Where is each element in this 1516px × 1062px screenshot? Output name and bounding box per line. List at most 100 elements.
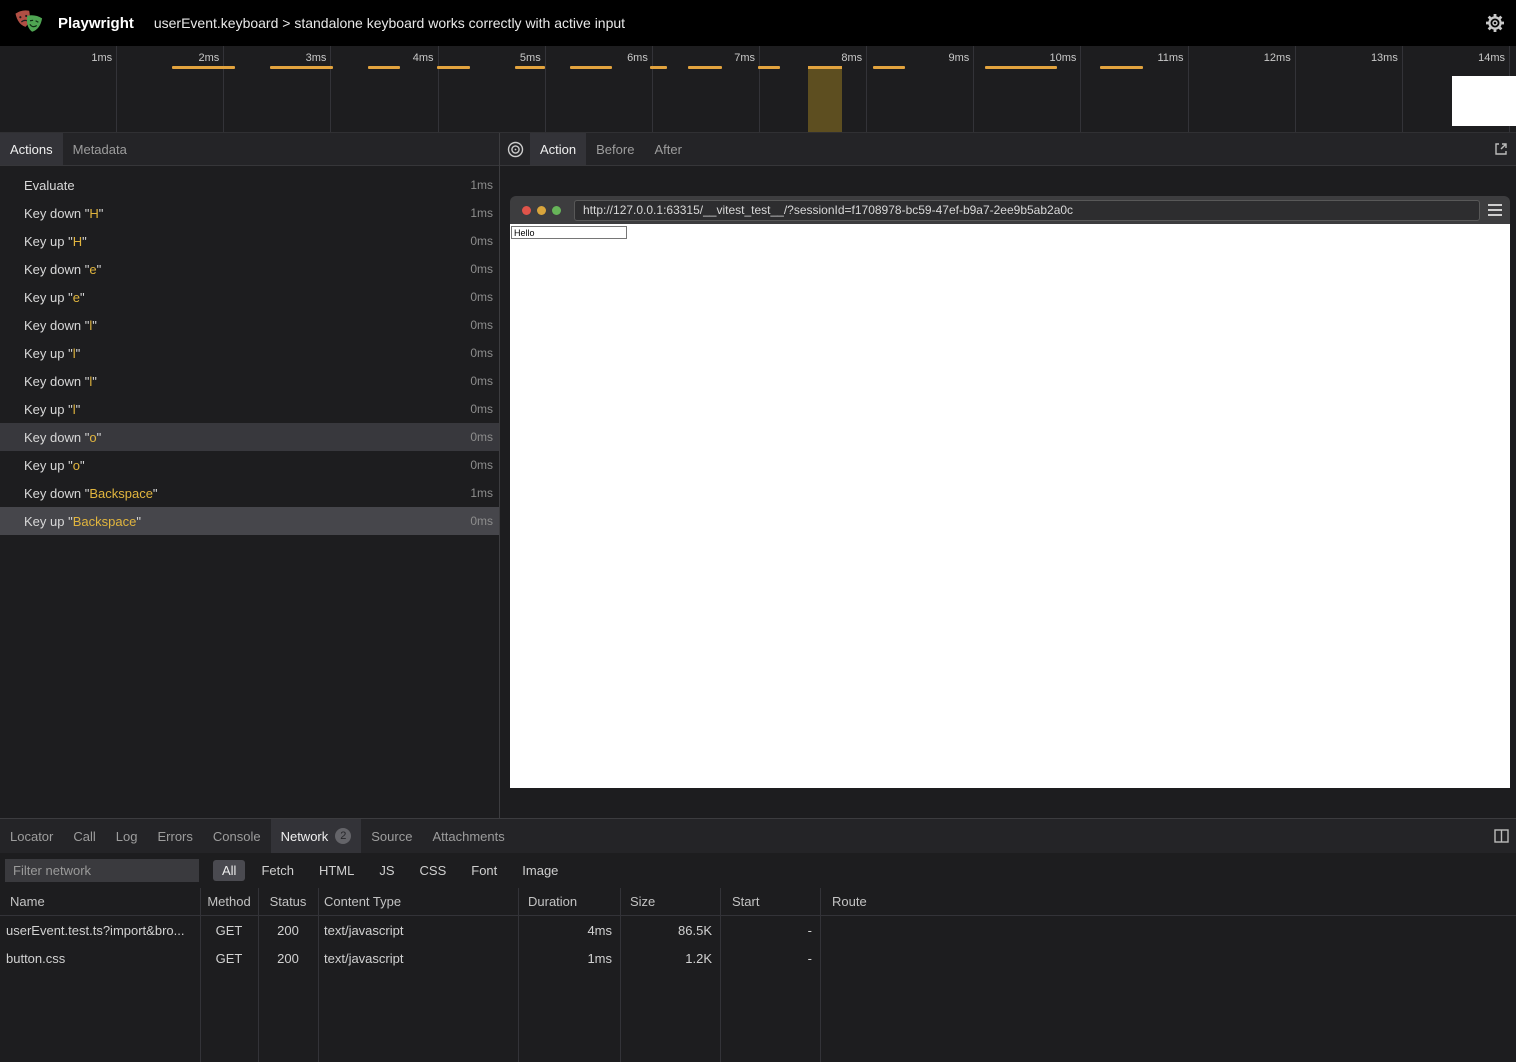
action-list: Evaluate1msKey down "H"1msKey up "H"0msK… bbox=[0, 166, 499, 818]
tab-errors[interactable]: Errors bbox=[147, 819, 202, 853]
tab-attachments[interactable]: Attachments bbox=[422, 819, 514, 853]
open-snapshot-button[interactable] bbox=[1486, 133, 1516, 165]
tab-log[interactable]: Log bbox=[106, 819, 148, 853]
action-row[interactable]: Key up "l"0ms bbox=[0, 339, 499, 367]
action-title: Key up bbox=[24, 402, 64, 417]
network-table: NameMethodStatusContent TypeDurationSize… bbox=[0, 888, 1516, 1062]
timeline-action-tick[interactable] bbox=[270, 66, 333, 69]
action-duration: 0ms bbox=[470, 318, 493, 332]
tab-log-label: Log bbox=[116, 829, 138, 844]
tab-network[interactable]: Network2 bbox=[271, 819, 362, 853]
action-row[interactable]: Key up "Backspace"0ms bbox=[0, 507, 499, 535]
tab-after[interactable]: After bbox=[644, 133, 691, 165]
timeline[interactable]: 1ms2ms3ms4ms5ms6ms7ms8ms9ms10ms11ms12ms1… bbox=[0, 46, 1516, 133]
network-cell: 4ms bbox=[518, 923, 620, 938]
timeline-action-tick[interactable] bbox=[873, 66, 905, 69]
traffic-light-yellow-icon bbox=[537, 206, 546, 215]
timeline-action-tick[interactable] bbox=[985, 66, 1057, 69]
filter-network-input[interactable] bbox=[5, 859, 199, 882]
timeline-action-tick[interactable] bbox=[515, 66, 545, 69]
action-quote: " bbox=[76, 346, 81, 361]
app-title: Playwright bbox=[58, 15, 134, 32]
tab-actions[interactable]: Actions bbox=[0, 133, 63, 165]
timeline-gridline bbox=[223, 46, 224, 132]
timeline-action-tick[interactable] bbox=[1100, 66, 1143, 69]
filter-chip-all[interactable]: All bbox=[213, 860, 245, 881]
action-row[interactable]: Key down "o"0ms bbox=[0, 423, 499, 451]
toggle-layout-button[interactable] bbox=[1486, 819, 1516, 853]
tab-metadata-label: Metadata bbox=[73, 142, 127, 157]
action-duration: 0ms bbox=[470, 374, 493, 388]
network-cell: 1ms bbox=[518, 951, 620, 966]
network-filter-row: All Fetch HTML JS CSS Font Image bbox=[0, 853, 1516, 888]
action-row[interactable]: Key up "e"0ms bbox=[0, 283, 499, 311]
timeline-film-thumbnail bbox=[1452, 76, 1516, 126]
action-quote: " bbox=[81, 430, 89, 445]
page-text-input[interactable] bbox=[511, 226, 627, 239]
tab-console[interactable]: Console bbox=[203, 819, 271, 853]
action-row[interactable]: Key up "o"0ms bbox=[0, 451, 499, 479]
filter-chip-font[interactable]: Font bbox=[462, 860, 506, 881]
action-quote: " bbox=[64, 346, 72, 361]
action-row[interactable]: Key down "l"0ms bbox=[0, 367, 499, 395]
action-quote: " bbox=[64, 290, 72, 305]
timeline-gridline bbox=[438, 46, 439, 132]
action-duration: 1ms bbox=[470, 486, 493, 500]
action-quote: " bbox=[97, 430, 102, 445]
action-quote: " bbox=[153, 486, 158, 501]
action-duration: 1ms bbox=[470, 178, 493, 192]
timeline-label: 13ms bbox=[1338, 52, 1398, 64]
tab-metadata[interactable]: Metadata bbox=[63, 133, 137, 165]
timeline-label: 10ms bbox=[1016, 52, 1076, 64]
timeline-label: 7ms bbox=[695, 52, 755, 64]
network-row[interactable]: userEvent.test.ts?import&bro...GET200tex… bbox=[0, 916, 1516, 944]
filter-chip-fetch[interactable]: Fetch bbox=[252, 860, 303, 881]
tab-call[interactable]: Call bbox=[63, 819, 105, 853]
tab-source[interactable]: Source bbox=[361, 819, 422, 853]
timeline-action-tick[interactable] bbox=[650, 66, 667, 69]
action-title: Key up bbox=[24, 514, 64, 529]
action-value: o bbox=[73, 458, 80, 473]
action-row[interactable]: Key down "H"1ms bbox=[0, 199, 499, 227]
action-quote: " bbox=[97, 262, 102, 277]
tab-call-label: Call bbox=[73, 829, 95, 844]
timeline-action-tick[interactable] bbox=[368, 66, 400, 69]
filter-chip-js[interactable]: JS bbox=[370, 860, 403, 881]
settings-button[interactable] bbox=[1484, 13, 1506, 35]
filter-chip-image[interactable]: Image bbox=[513, 860, 567, 881]
traffic-light-red-icon bbox=[522, 206, 531, 215]
action-title: Evaluate bbox=[24, 178, 75, 193]
timeline-selected-marker[interactable] bbox=[808, 66, 842, 132]
network-row[interactable]: button.cssGET200text/javascript1ms1.2K- bbox=[0, 944, 1516, 972]
filter-chip-css-label: CSS bbox=[420, 863, 447, 878]
tab-before[interactable]: Before bbox=[586, 133, 644, 165]
browser-chrome: http://127.0.0.1:63315/__vitest_test__/?… bbox=[510, 196, 1510, 224]
timeline-label: 12ms bbox=[1231, 52, 1291, 64]
timeline-action-tick[interactable] bbox=[758, 66, 780, 69]
timeline-gridline bbox=[652, 46, 653, 132]
action-row[interactable]: Key down "e"0ms bbox=[0, 255, 499, 283]
tab-locator[interactable]: Locator bbox=[0, 819, 63, 853]
action-quote: " bbox=[81, 206, 89, 221]
column-header-start: Start bbox=[720, 894, 820, 909]
action-row[interactable]: Evaluate 1ms bbox=[0, 171, 499, 199]
tab-action-label: Action bbox=[540, 142, 576, 157]
timeline-action-tick[interactable] bbox=[688, 66, 722, 69]
action-row[interactable]: Key up "H"0ms bbox=[0, 227, 499, 255]
action-row[interactable]: Key down "Backspace"1ms bbox=[0, 479, 499, 507]
timeline-action-tick[interactable] bbox=[570, 66, 612, 69]
filter-chip-css[interactable]: CSS bbox=[411, 860, 456, 881]
network-cell: button.css bbox=[0, 951, 200, 966]
pick-locator-button[interactable] bbox=[500, 133, 530, 165]
tab-source-label: Source bbox=[371, 829, 412, 844]
tab-action[interactable]: Action bbox=[530, 133, 586, 165]
timeline-action-tick[interactable] bbox=[172, 66, 235, 69]
timeline-action-tick[interactable] bbox=[437, 66, 470, 69]
action-quote: " bbox=[92, 374, 97, 389]
action-value: o bbox=[89, 430, 96, 445]
filter-chip-html[interactable]: HTML bbox=[310, 860, 363, 881]
network-cell: 86.5K bbox=[620, 923, 720, 938]
action-row[interactable]: Key up "l"0ms bbox=[0, 395, 499, 423]
network-cell: - bbox=[720, 923, 820, 938]
action-row[interactable]: Key down "l"0ms bbox=[0, 311, 499, 339]
